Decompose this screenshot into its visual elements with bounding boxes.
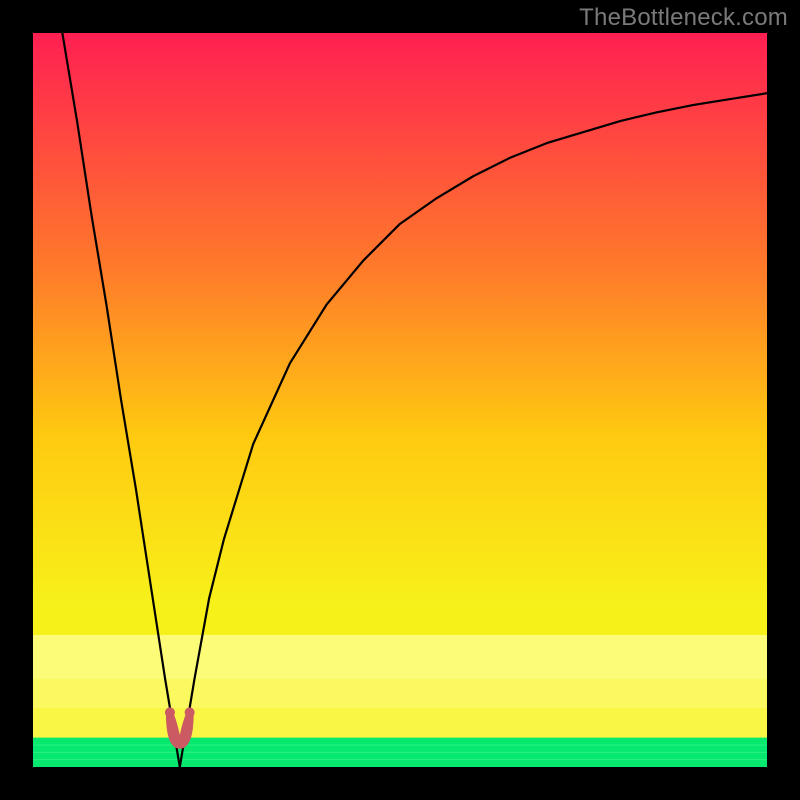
min-marker-dot: [175, 739, 185, 749]
frame-right: [767, 0, 800, 800]
min-marker-dot: [165, 707, 175, 717]
watermark-label: TheBottleneck.com: [579, 4, 788, 32]
yellow-band-2: [33, 635, 767, 679]
yellow-band-0: [33, 708, 767, 737]
min-marker-dot: [185, 707, 195, 717]
yellow-band-1: [33, 679, 767, 708]
frame-left: [0, 0, 33, 800]
chart-frame: { "watermark": "TheBottleneck.com", "cha…: [0, 0, 800, 800]
bottleneck-chart: [0, 0, 800, 800]
frame-bottom: [0, 767, 800, 800]
